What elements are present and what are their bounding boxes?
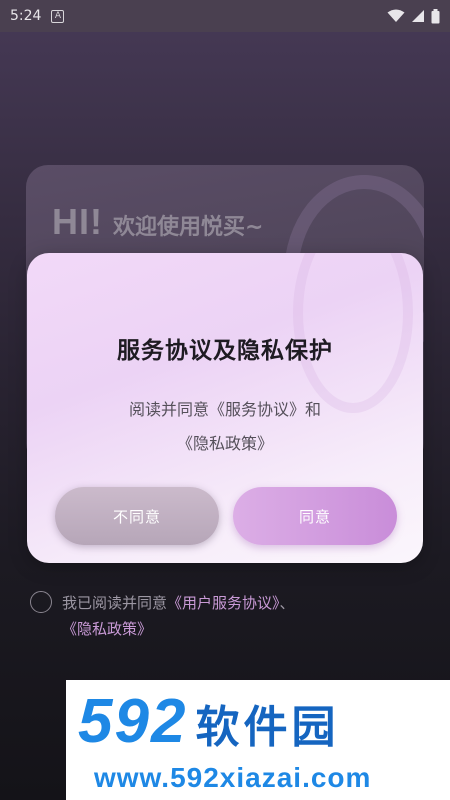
site-watermark: 592 软件园 www.592xiazai.com bbox=[66, 680, 450, 800]
dialog-body-line1: 阅读并同意《服务协议》和 bbox=[128, 400, 321, 419]
notification-icon: A bbox=[51, 9, 65, 23]
status-bar: 5:24 A bbox=[0, 0, 450, 32]
wifi-icon bbox=[387, 9, 405, 22]
disagree-button[interactable]: 不同意 bbox=[55, 487, 219, 545]
watermark-logo: 592 软件园 bbox=[78, 686, 339, 757]
agreement-prefix: 我已阅读并同意 bbox=[62, 594, 168, 612]
cellular-signal-icon bbox=[412, 10, 424, 22]
watermark-name: 软件园 bbox=[195, 702, 340, 753]
welcome-subtitle: 欢迎使用悦买~ bbox=[113, 215, 264, 240]
watermark-number: 592 bbox=[78, 687, 188, 756]
dialog-body-line2[interactable]: 《隐私政策》 bbox=[27, 427, 423, 461]
welcome-heading: HI! 欢迎使用悦买~ bbox=[52, 201, 263, 243]
dialog-body: 阅读并同意《服务协议》和 《隐私政策》 bbox=[27, 393, 423, 461]
status-icons bbox=[387, 8, 440, 24]
agreement-row: 我已阅读并同意《用户服务协议》、《隐私政策》 bbox=[30, 590, 430, 642]
battery-icon bbox=[431, 8, 440, 23]
dialog-title: 服务协议及隐私保护 bbox=[117, 338, 333, 364]
welcome-hi: HI! bbox=[52, 201, 103, 242]
agreement-text: 我已阅读并同意《用户服务协议》、《隐私政策》 bbox=[62, 590, 382, 642]
status-time: 5:24 bbox=[10, 8, 42, 24]
watermark-url: www.592xiazai.com bbox=[94, 762, 372, 793]
privacy-dialog: 服务协议及隐私保护 阅读并同意《服务协议》和 《隐私政策》 不同意 同意 bbox=[27, 253, 423, 563]
agreement-checkbox[interactable] bbox=[30, 591, 52, 613]
user-service-agreement-link[interactable]: 《用户服务协议》 bbox=[167, 594, 280, 612]
privacy-policy-link[interactable]: 《隐私政策》 bbox=[62, 620, 152, 638]
agreement-separator: 、 bbox=[279, 594, 295, 612]
agree-button[interactable]: 同意 bbox=[233, 487, 397, 545]
